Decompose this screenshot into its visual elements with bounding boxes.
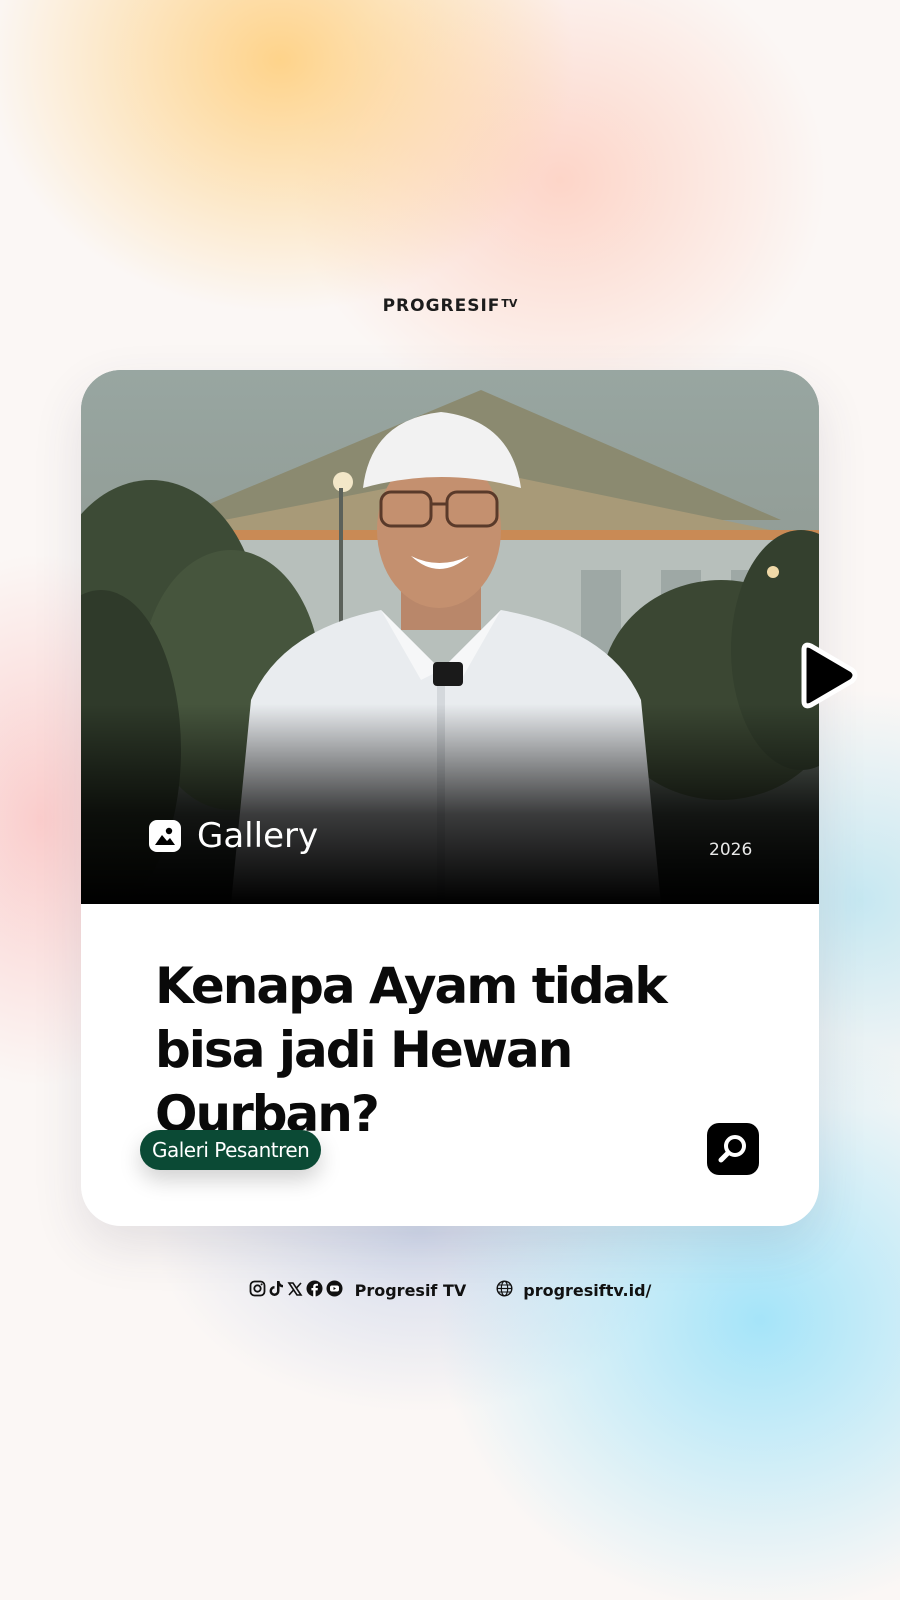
post-headline: Kenapa Ayam tidak bisa jadi Hewan Qurban?	[155, 954, 775, 1146]
year-label: 2026	[709, 840, 753, 860]
x-icon[interactable]	[287, 1281, 303, 1301]
headline-line-2: bisa jadi Hewan Qurban?	[155, 1021, 573, 1143]
media-type-label: Gallery	[197, 816, 319, 856]
play-icon	[801, 642, 858, 709]
post-card[interactable]: Gallery 2026 Kenapa Ayam tidak bisa jadi …	[81, 370, 819, 1226]
play-button[interactable]	[794, 640, 864, 719]
brand-name: PROGRESIF	[382, 296, 501, 316]
image-icon	[149, 820, 181, 852]
category-tag[interactable]: Galeri Pesantren	[140, 1130, 322, 1170]
youtube-icon[interactable]	[326, 1280, 343, 1301]
footer: Progresif TV progresiftv.id/	[0, 1280, 900, 1301]
tiktok-icon[interactable]	[269, 1280, 284, 1301]
facebook-icon[interactable]	[306, 1280, 323, 1301]
headline-line-1: Kenapa Ayam tidak	[155, 957, 668, 1015]
instagram-icon[interactable]	[249, 1280, 266, 1301]
website-link[interactable]: progresiftv.id/	[523, 1281, 651, 1300]
gallery-label-group: Gallery	[149, 816, 318, 856]
globe-icon	[496, 1280, 513, 1301]
photo-gradient	[81, 704, 819, 904]
search-icon	[718, 1135, 746, 1163]
cover-photo: Gallery 2026	[81, 370, 819, 904]
brand-logo: PROGRESIFTV	[0, 296, 900, 316]
search-button[interactable]	[707, 1123, 759, 1175]
brand-suffix: TV	[501, 297, 518, 310]
social-handle: Progresif TV	[354, 1281, 467, 1300]
social-icons	[249, 1280, 343, 1301]
